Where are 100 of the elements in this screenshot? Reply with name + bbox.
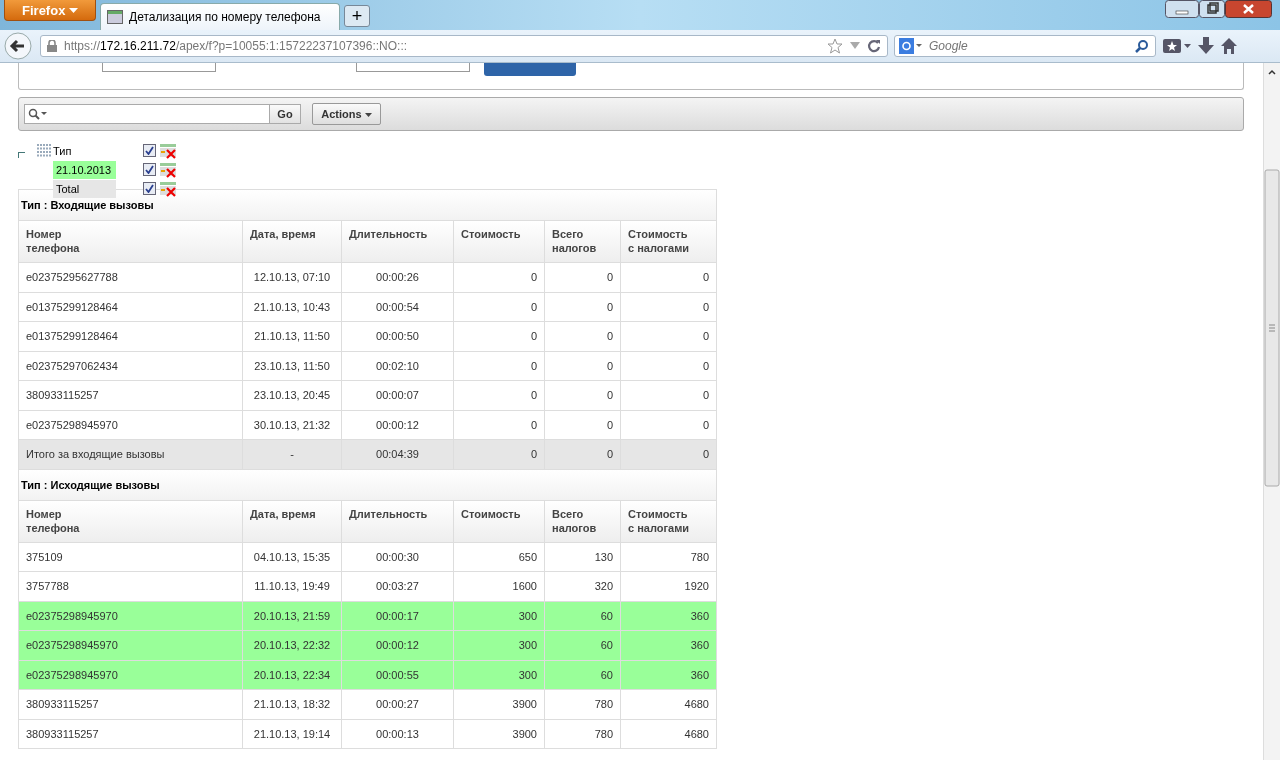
table-cell-text: 4680: [683, 697, 710, 712]
browser-tab[interactable]: Детализация по номеру телефона: [100, 3, 340, 30]
table-cell: 380933115257: [19, 690, 243, 719]
lock-icon: [47, 40, 57, 52]
go-button[interactable]: Go: [270, 104, 301, 124]
table-cell: 21.10.13, 10:43: [243, 292, 342, 321]
table-cell: 0: [454, 351, 545, 380]
column-header[interactable]: Всего налогов: [552, 506, 612, 535]
filter-label: Тип: [53, 144, 72, 157]
table-cell: 300: [454, 601, 545, 630]
table-cell: 20.10.13, 22:32: [243, 631, 342, 660]
input-field[interactable]: [102, 63, 216, 72]
table-cell-text: 0: [701, 270, 710, 285]
table-cell: 320: [545, 572, 621, 601]
table-cell: 30.10.13, 21:32: [243, 410, 342, 439]
table-cell-text: 4680: [683, 726, 710, 742]
checkbox[interactable]: [143, 144, 156, 157]
column-header[interactable]: Стоимость: [461, 506, 521, 521]
table-cell: 780: [545, 690, 621, 719]
input-field[interactable]: [356, 63, 470, 72]
highlight-label: 21.10.2013: [53, 160, 116, 179]
column-header[interactable]: Дата, время: [250, 227, 316, 241]
table-cell: 0: [454, 410, 545, 439]
table-cell: 00:02:10: [342, 351, 454, 380]
actions-button[interactable]: Actions: [312, 103, 381, 125]
table-cell: 0: [454, 292, 545, 321]
table-cell: 0: [454, 263, 545, 292]
table-cell: 0: [545, 381, 621, 410]
table-cell: 0: [545, 410, 621, 439]
table-cell-text: 0: [701, 417, 710, 433]
table-cell: 00:00:12: [342, 410, 454, 439]
table-cell: e02375298945970: [19, 631, 243, 660]
table-cell-text: 780: [689, 549, 710, 565]
search-icon[interactable]: [28, 108, 48, 120]
url-text: https://172.16.211.72/apex/f?p=10055:1:15722237107396::NO:::: [64, 39, 408, 53]
bookmarks-icon[interactable]: [1162, 38, 1192, 54]
search-field[interactable]: [24, 104, 270, 124]
search-field[interactable]: Google: [894, 35, 1156, 57]
table-cell: 00:00:30: [342, 542, 454, 571]
table-cell: -: [243, 440, 342, 469]
table-cell: 130: [545, 542, 621, 571]
new-tab-button[interactable]: +: [344, 5, 370, 27]
table-cell-text: 1920: [683, 579, 710, 594]
column-header[interactable]: Стоимость: [461, 227, 521, 241]
table-cell-text: 360: [689, 608, 710, 624]
table-cell-text: 0: [701, 299, 710, 315]
address-bar[interactable]: https://172.16.211.72/apex/f?p=10055:1:15722237107396::NO:::: [40, 35, 888, 57]
column-header[interactable]: Всего налогов: [552, 227, 612, 255]
table-cell: 23.10.13, 11:50: [243, 351, 342, 380]
star-icon[interactable]: [827, 38, 843, 54]
table-cell: 00:03:27: [342, 572, 454, 601]
table-cell: 00:00:12: [342, 631, 454, 660]
column-header[interactable]: Стоимость с налогами: [628, 227, 694, 255]
checkbox[interactable]: [143, 163, 156, 176]
table-cell: 11.10.13, 19:49: [243, 572, 342, 601]
search-engine-icon[interactable]: [899, 38, 923, 54]
column-header[interactable]: Длительность: [349, 506, 428, 521]
table-cell-text: 360: [689, 638, 710, 653]
checkbox[interactable]: [143, 182, 156, 195]
column-header[interactable]: Стоимость с налогами: [628, 506, 694, 535]
remove-filter-icon[interactable]: [160, 161, 178, 178]
reload-icon[interactable]: [867, 39, 881, 53]
close-icon[interactable]: [1225, 0, 1272, 18]
download-icon[interactable]: [1198, 37, 1214, 55]
column-header[interactable]: Дата, время: [250, 506, 316, 521]
table-cell: 0: [454, 440, 545, 469]
table-cell: 00:00:13: [342, 719, 454, 748]
scrollbar[interactable]: [1263, 63, 1280, 760]
table-cell: 380933115257: [19, 381, 243, 410]
search-icon[interactable]: [1135, 39, 1149, 53]
table-cell-text: 360: [689, 667, 710, 683]
table-cell: 04.10.13, 15:35: [243, 542, 342, 571]
table-cell: 00:00:26: [342, 263, 454, 292]
table-cell: e02375298945970: [19, 660, 243, 689]
table-cell: 0: [545, 263, 621, 292]
table-cell: 12.10.13, 07:10: [243, 263, 342, 292]
restore-icon[interactable]: [1199, 0, 1225, 18]
caret-icon: [364, 113, 372, 118]
column-header[interactable]: Длительность: [349, 227, 428, 241]
column-header[interactable]: Номер телефона: [26, 227, 96, 255]
back-icon[interactable]: [4, 32, 32, 60]
table-cell: 0: [545, 351, 621, 380]
table-cell: 0: [545, 440, 621, 469]
table-cell: 60: [545, 660, 621, 689]
table-cell: 20.10.13, 21:59: [243, 601, 342, 630]
remove-filter-icon[interactable]: [160, 142, 178, 159]
table-cell: 780: [545, 719, 621, 748]
table-cell: 300: [454, 631, 545, 660]
table-cell: 21.10.13, 19:14: [243, 719, 342, 748]
table-cell: 3900: [454, 719, 545, 748]
table-cell: 3757788: [19, 572, 243, 601]
home-icon[interactable]: [1220, 37, 1238, 55]
table-cell: 0: [454, 381, 545, 410]
caret-icon: [69, 8, 78, 15]
minimize-icon[interactable]: [1165, 0, 1199, 18]
table-cell: 0: [545, 322, 621, 351]
table-cell: 380933115257: [19, 719, 243, 748]
collapse-icon[interactable]: [18, 152, 26, 158]
table-cell: 23.10.13, 20:45: [243, 381, 342, 410]
column-header[interactable]: Номер телефона: [26, 506, 96, 535]
